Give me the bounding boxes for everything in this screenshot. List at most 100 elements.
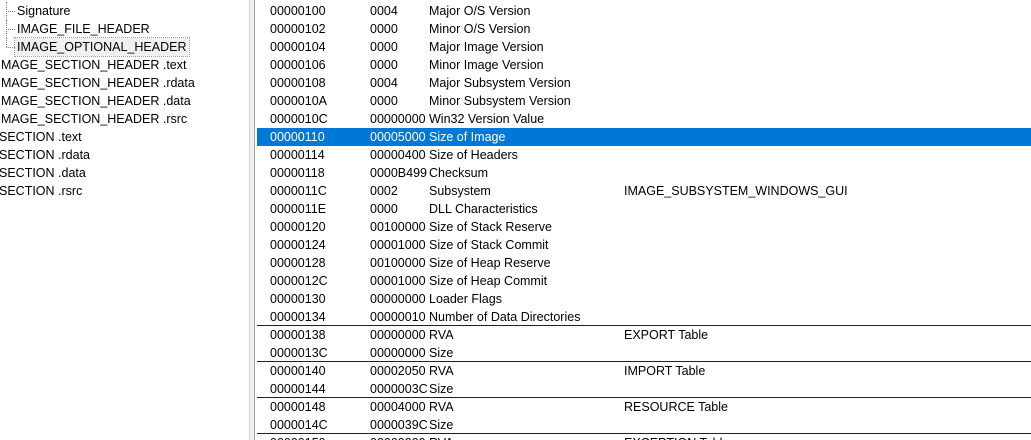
tree-item-label: SECTION .data [0, 166, 86, 180]
data-cell: 0004 [370, 4, 398, 18]
table-row[interactable]: 0000013C 00000000 Size [257, 344, 1031, 362]
data-cell: 00005000 [370, 130, 426, 144]
description-cell: DLL Characteristics [429, 202, 538, 216]
tree-item-label: MAGE_SECTION_HEADER .rsrc [1, 112, 188, 126]
table-row[interactable]: 0000010A 0000 Minor Subsystem Version [257, 92, 1031, 110]
table-row[interactable]: 00000124 00001000 Size of Stack Commit [257, 236, 1031, 254]
tree-item-label: IMAGE_FILE_HEADER [17, 22, 150, 36]
offset-cell: 00000148 [270, 400, 326, 414]
table-row[interactable]: 0000014C 0000039C Size [257, 416, 1031, 434]
description-cell: Major Subsystem Version [429, 76, 571, 90]
offset-cell: 00000114 [270, 148, 325, 162]
description-cell: Size [429, 418, 454, 432]
offset-cell: 00000144 [270, 382, 326, 396]
table-row[interactable]: 00000144 0000003C Size [257, 380, 1031, 398]
offset-cell: 00000124 [270, 238, 326, 252]
data-cell: 00000000 [370, 112, 426, 126]
offset-cell: 0000013C [270, 346, 328, 360]
table-row[interactable]: 00000130 00000000 Loader Flags [257, 290, 1031, 308]
description-cell: Size of Heap Reserve [429, 256, 551, 270]
tree-item-label: MAGE_SECTION_HEADER .rdata [1, 76, 195, 90]
table-row[interactable]: 00000148 00004000 RVA RESOURCE Table [257, 398, 1031, 416]
tree-item-label: IMAGE_OPTIONAL_HEADER [14, 37, 190, 57]
table-row-selected[interactable]: 00000110 00005000 Size of Image [257, 128, 1031, 146]
data-cell: 00100000 [370, 256, 426, 270]
table-row[interactable]: 0000010C 00000000 Win32 Version Value [257, 110, 1031, 128]
offset-cell: 00000102 [270, 22, 326, 36]
offset-cell: 0000010C [270, 112, 328, 126]
table-row[interactable]: 00000108 0004 Major Subsystem Version [257, 74, 1031, 92]
description-cell: Minor Image Version [429, 58, 544, 72]
offset-cell: 0000011C [270, 184, 327, 198]
data-cell: 00004000 [370, 400, 426, 414]
data-cell: 0000 [370, 202, 398, 216]
data-cell: 00000000 [370, 328, 426, 342]
table-row[interactable]: 0000011E 0000 DLL Characteristics [257, 200, 1031, 218]
offset-cell: 0000012C [270, 274, 328, 288]
description-cell: Size of Image [429, 130, 506, 144]
details-list[interactable]: 00000100 0004 Major O/S Version 00000102 000… [257, 0, 1031, 440]
offset-cell: 00000150 [270, 434, 326, 440]
tree-item-label: SECTION .rsrc [0, 184, 83, 198]
table-row[interactable]: 00000134 00000010 Number of Data Directori… [257, 308, 1031, 326]
description-cell: Subsystem [429, 184, 491, 198]
tree-item-label: Signature [17, 4, 71, 18]
description-cell: Size [429, 382, 454, 396]
description-cell: Win32 Version Value [429, 112, 545, 126]
description-cell: Minor O/S Version [429, 22, 531, 36]
description-cell: Number of Data Directories [429, 310, 581, 324]
table-row[interactable]: 00000100 0004 Major O/S Version [257, 2, 1031, 20]
value-cell: IMAGE_SUBSYSTEM_WINDOWS_GUI [624, 184, 848, 198]
table-row[interactable]: 00000138 00000000 RVA EXPORT Table [257, 326, 1031, 344]
table-row[interactable]: 00000106 0000 Minor Image Version [257, 56, 1031, 74]
data-cell: 0000003C [370, 382, 428, 396]
tree-item-label: SECTION .rdata [0, 148, 90, 162]
data-cell: 00000400 [370, 148, 426, 162]
data-cell: 00000010 [370, 310, 426, 324]
description-cell: Major O/S Version [429, 4, 531, 18]
description-cell: RVA [429, 328, 454, 342]
description-cell: Size of Heap Commit [429, 274, 548, 288]
tree-item-label: MAGE_SECTION_HEADER .text [1, 58, 187, 72]
offset-cell: 00000104 [270, 40, 326, 54]
data-cell: 0000 [370, 94, 398, 108]
table-row[interactable]: 00000104 0000 Major Image Version [257, 38, 1031, 56]
data-cell: 00000000 [370, 434, 426, 440]
data-cell: 00001000 [370, 274, 426, 288]
table-row[interactable]: 0000012C 00001000 Size of Heap Commit [257, 272, 1031, 290]
data-cell: 0000B499 [370, 166, 428, 180]
table-row[interactable]: 00000118 0000B499 Checksum [257, 164, 1031, 182]
offset-cell: 0000014C [270, 418, 328, 432]
tree-item-label: MAGE_SECTION_HEADER .data [1, 94, 191, 108]
data-cell: 0000 [370, 22, 398, 36]
value-cell: IMPORT Table [624, 364, 706, 378]
data-cell: 00000000 [370, 346, 426, 360]
table-row[interactable]: 00000114 00000400 Size of Headers [257, 146, 1031, 164]
table-row[interactable]: 00000140 00002050 RVA IMPORT Table [257, 362, 1031, 380]
data-cell: 00100000 [370, 220, 426, 234]
description-cell: Size of Stack Commit [429, 238, 549, 252]
table-row[interactable]: 0000011C 0002 Subsystem IMAGE_SUBSYSTEM_WIN… [257, 182, 1031, 200]
table-row[interactable]: 00000128 00100000 Size of Heap Reserve [257, 254, 1031, 272]
table-row[interactable]: 00000102 0000 Minor O/S Version [257, 20, 1031, 38]
offset-cell: 00000134 [270, 310, 326, 324]
data-cell: 0000 [370, 58, 398, 72]
data-cell: 00000000 [370, 292, 426, 306]
offset-cell: 00000130 [270, 292, 326, 306]
description-cell: RVA [429, 434, 454, 440]
data-cell: 00001000 [370, 238, 426, 252]
pane-splitter[interactable] [249, 0, 255, 440]
table-row[interactable]: 00000150 00000000RVA EXCEPTION Table [257, 434, 1031, 440]
offset-cell: 00000110 [270, 130, 325, 144]
offset-cell: 0000010A [270, 94, 328, 108]
description-cell: Size of Headers [429, 148, 518, 162]
description-cell: Size of Stack Reserve [429, 220, 552, 234]
tree-view[interactable]: Signature IMAGE_FILE_HEADER IMAGE_OPTIONAL… [0, 0, 249, 440]
data-cell: 0000 [370, 40, 398, 54]
offset-cell: 00000128 [270, 256, 326, 270]
data-cell: 0004 [370, 76, 398, 90]
value-cell: EXPORT Table [624, 328, 709, 342]
data-cell: 0000039C [370, 418, 428, 432]
tree-item-label: SECTION .text [0, 130, 82, 144]
table-row[interactable]: 00000120 00100000 Size of Stack Reserve [257, 218, 1031, 236]
